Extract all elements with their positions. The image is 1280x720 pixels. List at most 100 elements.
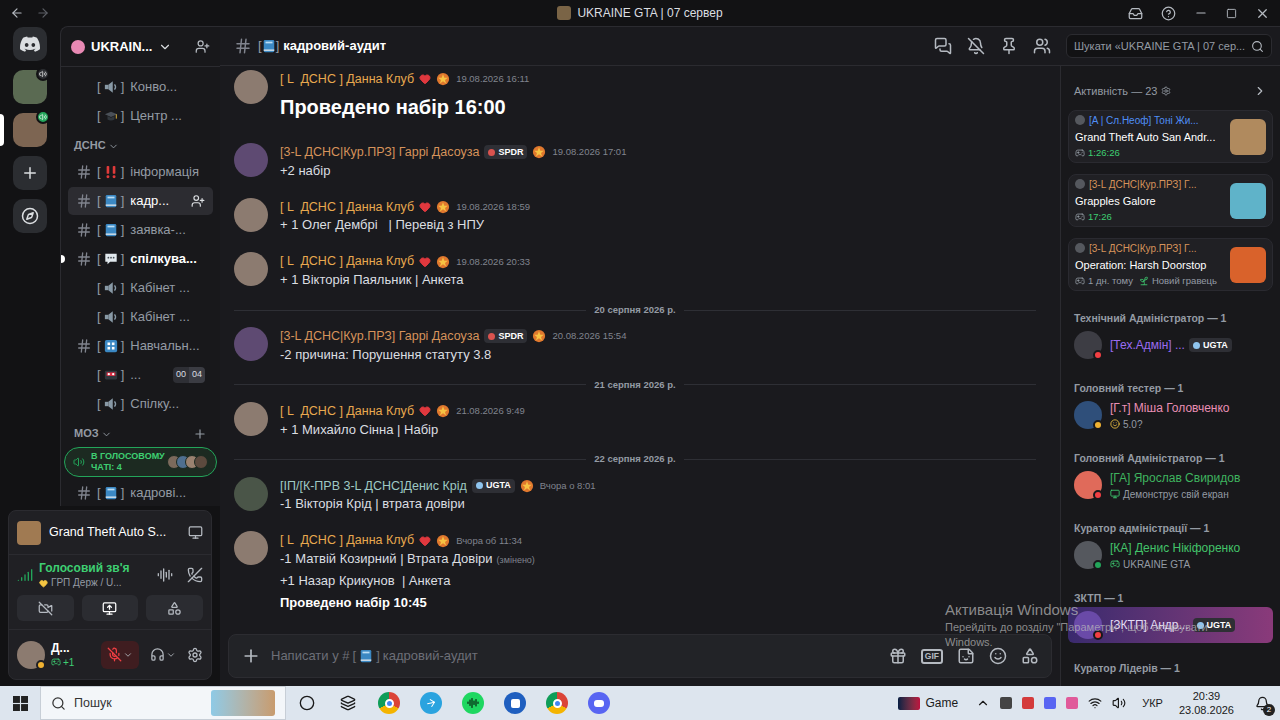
activity-card[interactable]: [A | Сл.Неоф] Тоні Жи...Grand Theft Auto… xyxy=(1068,110,1273,163)
members-icon[interactable] xyxy=(1033,37,1051,55)
mic-button[interactable] xyxy=(101,641,139,669)
channel-item[interactable]: []заявка-... xyxy=(68,216,213,244)
activities-button[interactable] xyxy=(146,595,203,621)
channel-item[interactable]: []Центр ... xyxy=(68,102,213,130)
disconnect-icon[interactable] xyxy=(187,567,203,583)
author-avatar[interactable] xyxy=(234,477,268,511)
server-header[interactable]: UKRAIN... xyxy=(61,27,220,67)
channel-item[interactable]: []Спілку... xyxy=(68,390,213,418)
home-button[interactable] xyxy=(13,27,47,61)
invite-icon[interactable] xyxy=(191,194,205,208)
channel-item[interactable]: []Кабінет ... xyxy=(68,303,213,331)
server-icon[interactable] xyxy=(0,70,60,104)
invite-people-icon[interactable] xyxy=(195,39,210,54)
tray-overflow-icon[interactable] xyxy=(976,696,990,710)
author-name[interactable]: [ІП/[К-ПРВ 3-L ДСНС]Денис Крід xyxy=(280,477,467,496)
threads-icon[interactable] xyxy=(934,37,952,55)
add-channel-icon[interactable] xyxy=(193,427,207,441)
author-name[interactable]: [ L ДСНС ] Данна Клуб xyxy=(280,252,414,271)
activity-header[interactable]: Активність — 23 xyxy=(1061,80,1280,102)
task-view-button[interactable] xyxy=(328,686,368,720)
tray-app-icon[interactable] xyxy=(1044,697,1056,709)
author-avatar[interactable] xyxy=(234,327,268,361)
message-composer[interactable]: Написати у #[]кадровий-аудитGIF xyxy=(228,634,1052,678)
author-avatar[interactable] xyxy=(234,198,268,232)
emoji-icon[interactable] xyxy=(989,647,1007,665)
telegram-app[interactable] xyxy=(410,686,452,720)
author-avatar[interactable] xyxy=(234,252,268,286)
channel-item[interactable]: []спілкува... xyxy=(68,245,213,273)
channel-item[interactable]: []Кабінет ... xyxy=(68,274,213,302)
language-indicator[interactable]: УКР xyxy=(1136,695,1169,712)
author-name[interactable]: [ L ДСНС ] Данна Клуб xyxy=(280,531,414,550)
mute-bell-icon[interactable] xyxy=(967,37,985,55)
spotify-app[interactable] xyxy=(452,686,494,720)
member-row[interactable]: [Г.т] Міша Головченко5.0? xyxy=(1068,397,1273,433)
inbox-icon[interactable] xyxy=(1128,6,1143,21)
minimize-icon[interactable] xyxy=(1194,6,1208,20)
gift-icon[interactable] xyxy=(889,647,907,665)
activity-card[interactable]: [3-L ДСНС|Кур.ПРЗ] Г...Grapples Galore17… xyxy=(1068,174,1273,227)
tray-app-icon[interactable] xyxy=(1066,697,1078,709)
author-avatar[interactable] xyxy=(234,143,268,177)
channel-item[interactable]: []кадр... xyxy=(68,187,213,215)
activity-card[interactable]: [3-L ДСНС|Кур.ПРЗ] Г...Operation: Harsh … xyxy=(1068,238,1273,291)
forward-arrow-icon[interactable] xyxy=(36,6,50,20)
back-arrow-icon[interactable] xyxy=(10,6,24,20)
clock[interactable]: 20:3923.08.2026 xyxy=(1169,689,1244,717)
help-icon[interactable] xyxy=(1161,6,1176,21)
author-avatar[interactable] xyxy=(234,531,268,565)
noise-suppression-icon[interactable] xyxy=(157,567,173,583)
author-name[interactable]: [ L ДСНС ] Данна Клуб xyxy=(280,198,414,217)
author-name[interactable]: [ L ДСНС ] Данна Клуб xyxy=(280,70,414,89)
pin-icon[interactable] xyxy=(1000,37,1018,55)
stream-icon[interactable] xyxy=(188,525,203,540)
settings-icon[interactable] xyxy=(187,647,203,663)
maximize-icon[interactable] xyxy=(1226,8,1237,19)
member-row[interactable]: [ГА] Ярослав СвиридовДемонструє свій екр… xyxy=(1068,467,1273,503)
chrome-app[interactable] xyxy=(536,686,578,720)
headphones-button[interactable] xyxy=(145,641,181,669)
author-name[interactable]: [ L ДСНС ] Данна Клуб xyxy=(280,402,414,421)
discord-app[interactable] xyxy=(578,686,620,720)
close-icon[interactable] xyxy=(1255,6,1270,21)
sticker-icon[interactable] xyxy=(957,647,975,665)
channel-item[interactable]: []Навчальн... xyxy=(68,332,213,360)
discover-button[interactable] xyxy=(13,199,47,233)
blue-app[interactable] xyxy=(494,686,536,720)
cortana-button[interactable] xyxy=(286,686,328,720)
volume-icon[interactable] xyxy=(1112,696,1126,710)
attach-icon[interactable] xyxy=(241,646,261,666)
channel-item[interactable]: []кадрові... xyxy=(68,479,213,506)
member-row[interactable]: [КА] Денис НікіфоренкоUKRAINE GTA xyxy=(1068,537,1273,573)
taskbar-search[interactable]: Пошук xyxy=(40,686,286,720)
game-widget[interactable]: Game xyxy=(890,694,967,712)
apps-icon[interactable] xyxy=(1021,647,1039,665)
activity-row[interactable]: Grand Theft Auto S... xyxy=(9,511,211,555)
author-name[interactable]: [3-L ДСНС|Кур.ПРЗ] Гаррі Дасоуза xyxy=(280,327,479,346)
server-icon[interactable] xyxy=(0,113,60,147)
voice-summary-pill[interactable]: В ГОЛОСОВОМУ ЧАТІ: 4 xyxy=(64,447,217,477)
channel-category[interactable]: МОЗ xyxy=(68,419,213,445)
channel-item[interactable]: []Конво... xyxy=(68,73,213,101)
tray-app-icon[interactable] xyxy=(1022,697,1034,709)
gif-button[interactable]: GIF xyxy=(921,649,943,664)
author-avatar[interactable] xyxy=(234,402,268,436)
user-avatar[interactable] xyxy=(17,641,45,669)
search-field[interactable]: Шукати «UKRAINE GTA | 07 сер... xyxy=(1066,34,1272,58)
channel-item[interactable]: []інформація xyxy=(68,158,213,186)
start-button[interactable] xyxy=(0,686,40,720)
chrome-app[interactable] xyxy=(368,686,410,720)
member-row[interactable]: [ЗКТП] Андр...UGTA xyxy=(1068,607,1273,643)
add-server-button[interactable] xyxy=(13,156,47,190)
screen-share-button[interactable] xyxy=(82,595,139,621)
member-row[interactable]: [Тех.Адмін] ...UGTA xyxy=(1068,327,1273,363)
tray-app-icon[interactable] xyxy=(1000,697,1012,709)
network-icon[interactable] xyxy=(1088,696,1102,710)
author-name[interactable]: [3-L ДСНС|Кур.ПРЗ] Гаррі Дасоуза xyxy=(280,143,479,162)
notification-button[interactable]: 2 xyxy=(1244,686,1280,720)
channel-category[interactable]: ДСНС xyxy=(68,131,213,157)
channel-item[interactable]: []...0004 xyxy=(68,361,213,389)
camera-button[interactable] xyxy=(17,595,74,621)
author-avatar[interactable] xyxy=(234,70,268,104)
